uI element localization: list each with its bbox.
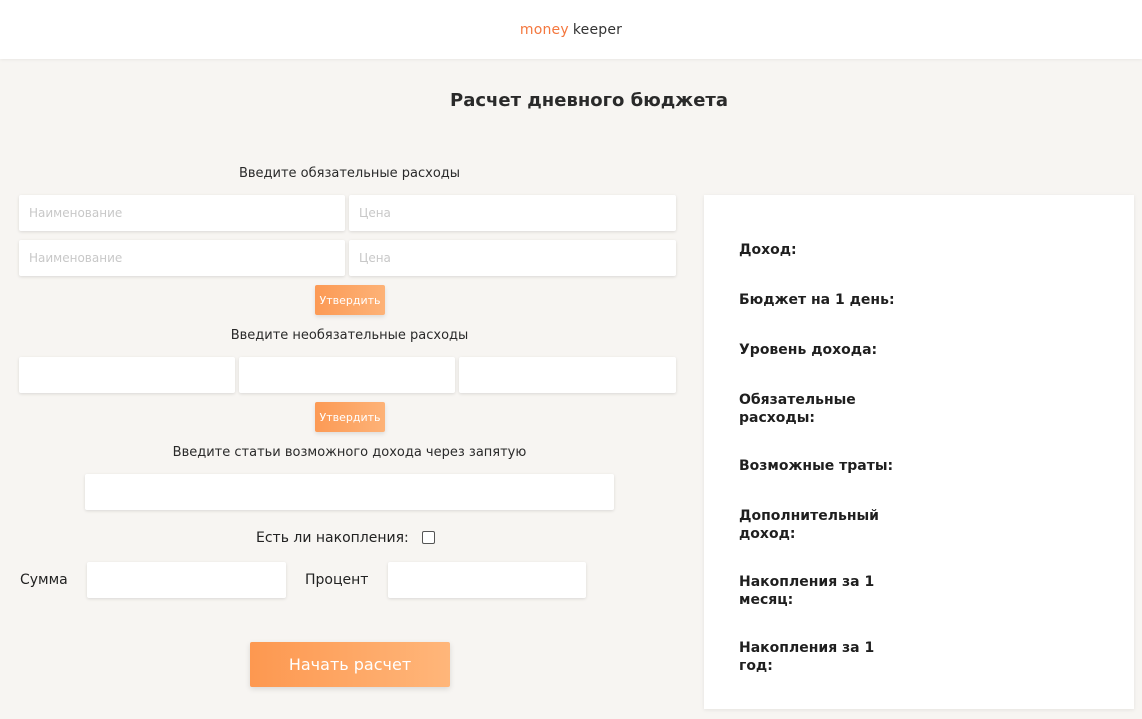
brand-logo-keeper[interactable]: keeper bbox=[573, 22, 622, 38]
app-header: money keeper bbox=[0, 0, 1142, 59]
result-income-level: Уровень дохода: bbox=[739, 342, 878, 358]
result-savings-month: Накопления за 1 месяц: bbox=[739, 574, 875, 608]
mandatory-confirm-button[interactable]: Утвердить bbox=[315, 285, 385, 315]
result-savings-year: Накопления за 1 год: bbox=[739, 640, 875, 674]
result-possible-spending: Возможные траты: bbox=[739, 458, 894, 474]
savings-checkbox[interactable] bbox=[422, 531, 435, 544]
percent-label: Процент bbox=[305, 572, 369, 588]
optional-expense-input-1[interactable] bbox=[19, 357, 235, 393]
brand-logo-money[interactable]: money bbox=[520, 22, 569, 38]
optional-expenses-label: Введите необязательные расходы bbox=[230, 328, 469, 343]
page-title: Расчет дневного бюджета bbox=[450, 90, 728, 111]
mandatory-price-input-1[interactable] bbox=[349, 195, 676, 231]
start-calculation-button[interactable]: Начать расчет bbox=[250, 642, 450, 687]
income-items-label: Введите статьи возможного дохода через з… bbox=[172, 445, 527, 460]
sum-input[interactable] bbox=[87, 562, 286, 598]
income-items-input[interactable] bbox=[85, 474, 614, 510]
mandatory-price-input-2[interactable] bbox=[349, 240, 676, 276]
result-income: Доход: bbox=[739, 242, 797, 258]
sum-label: Сумма bbox=[20, 572, 68, 588]
result-daily-budget: Бюджет на 1 день: bbox=[739, 292, 895, 308]
mandatory-name-input-1[interactable] bbox=[19, 195, 345, 231]
optional-confirm-button[interactable]: Утвердить bbox=[315, 402, 385, 432]
mandatory-name-input-2[interactable] bbox=[19, 240, 345, 276]
result-mandatory-expenses: Обязательные расходы: bbox=[739, 392, 856, 426]
results-panel: Доход: Бюджет на 1 день: Уровень дохода:… bbox=[704, 195, 1134, 709]
optional-expense-input-3[interactable] bbox=[459, 357, 676, 393]
percent-input[interactable] bbox=[388, 562, 586, 598]
result-additional-income: Дополнительный доход: bbox=[739, 508, 879, 542]
mandatory-expenses-label: Введите обязательные расходы bbox=[238, 166, 461, 181]
optional-expense-input-2[interactable] bbox=[239, 357, 455, 393]
savings-question-label: Есть ли накопления: bbox=[256, 530, 409, 546]
